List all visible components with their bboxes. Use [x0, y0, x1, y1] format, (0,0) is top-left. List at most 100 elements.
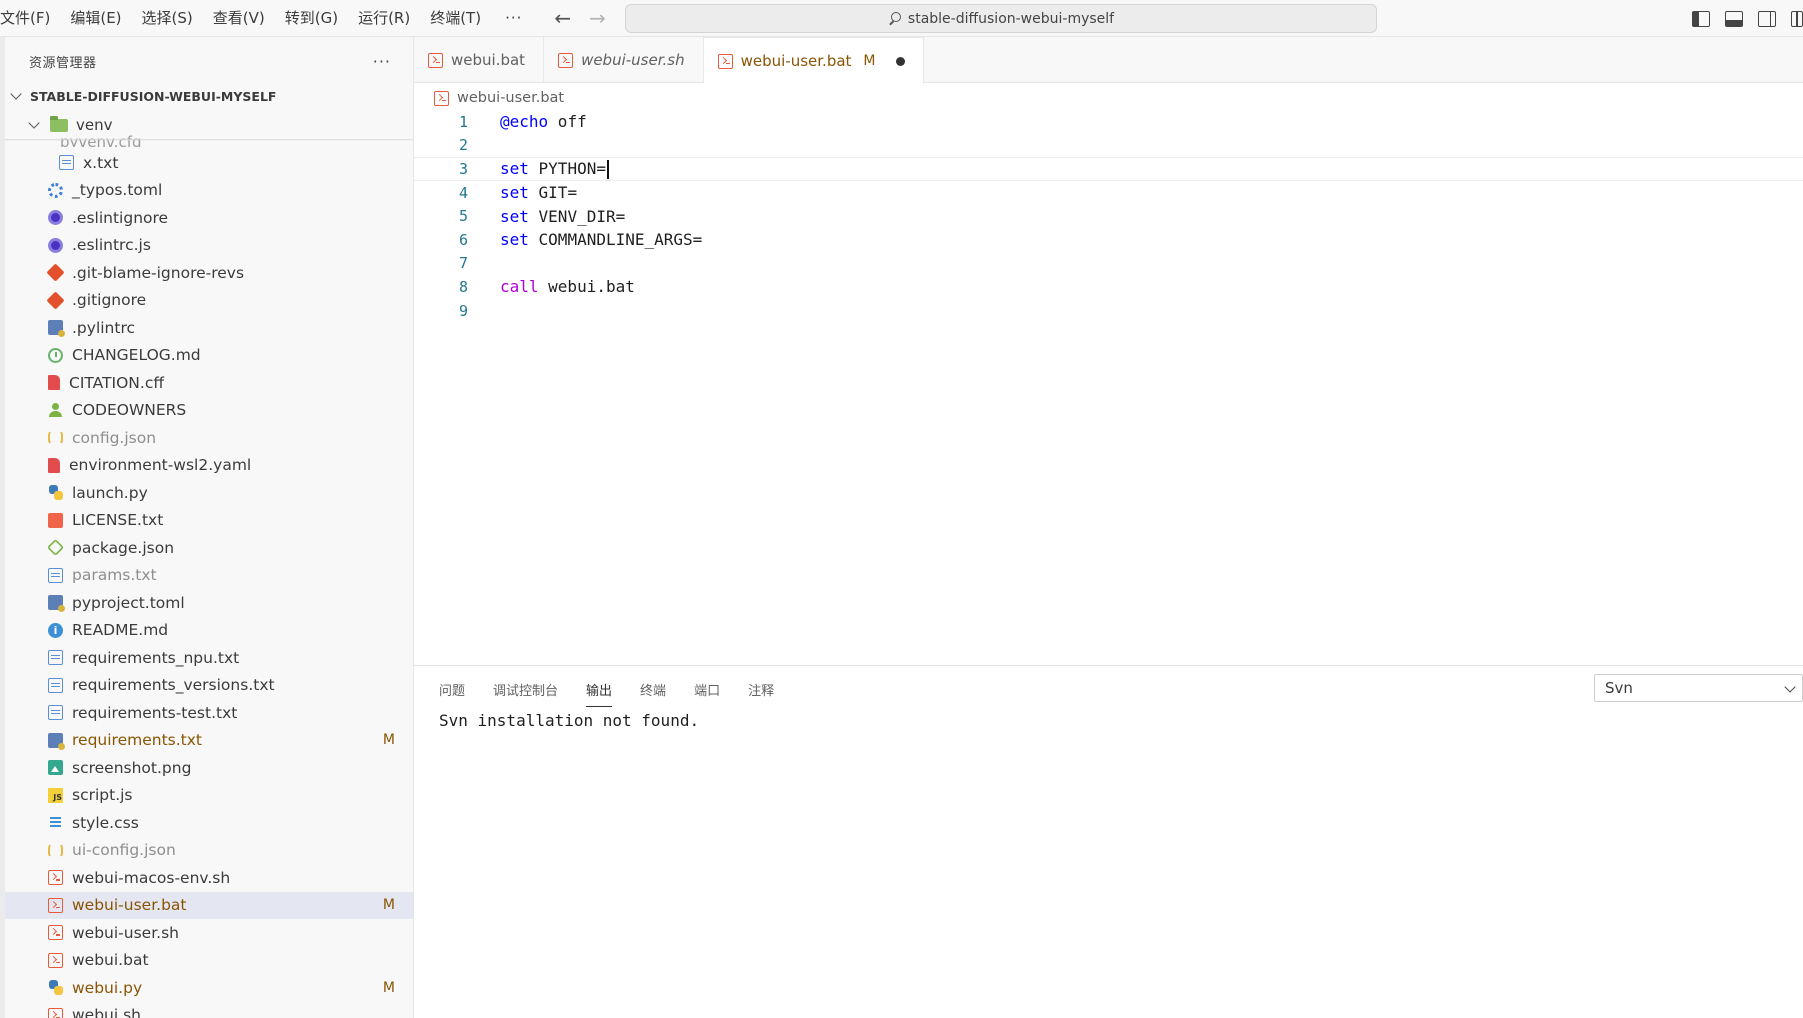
workspace-root-folder[interactable]: STABLE-DIFFUSION-WEBUI-MYSELF	[8, 85, 276, 107]
code-token: GIT=	[528, 183, 578, 203]
menu-view[interactable]: 查看(V)	[203, 0, 275, 37]
file-item[interactable]: screenshot.png	[5, 754, 413, 782]
code-editor[interactable]: 1 @echo off 2 3 set PYTHON= 4 set GIT= 5 set VEN…	[414, 110, 1803, 665]
code-line[interactable]: 8 call webui.bat	[414, 275, 1803, 299]
toggle-panel-icon[interactable]	[1725, 10, 1743, 27]
file-name: webui-macos-env.sh	[72, 868, 231, 887]
file-item[interactable]: webui.bat	[5, 947, 413, 975]
panel-tab[interactable]: 注释	[748, 679, 774, 705]
menu-run[interactable]: 运行(R)	[348, 0, 420, 37]
file-item[interactable]: webui-macos-env.sh	[5, 864, 413, 892]
folder-venv[interactable]: venv	[26, 113, 113, 137]
file-item[interactable]: .pylintrc	[5, 314, 413, 342]
explorer-header: 资源管理器 ···	[29, 37, 413, 85]
code-line[interactable]: 1 @echo off	[414, 110, 1803, 134]
panel-tabs: 问题 调试控制台 输出 终端 端口 注释	[439, 679, 774, 707]
file-item[interactable]: webui-user.bat M	[5, 891, 413, 919]
panel-tab[interactable]: 终端	[640, 679, 666, 705]
json-icon	[48, 842, 63, 858]
code-line[interactable]: 6 set COMMANDLINE_ARGS=	[414, 228, 1803, 252]
file-item[interactable]: requirements-test.txt	[5, 699, 413, 727]
file-item[interactable]: package.json	[5, 534, 413, 562]
file-name: requirements.txt	[72, 731, 202, 750]
menu-file[interactable]: 文件(F)	[0, 0, 60, 37]
menu-more-icon[interactable]: ···	[491, 9, 536, 27]
pylint-icon	[48, 320, 65, 338]
code-token: VENV_DIR=	[528, 206, 626, 226]
explorer-more-icon[interactable]: ···	[373, 52, 391, 71]
file-item[interactable]: LICENSE.txt	[5, 507, 413, 535]
menu-selection[interactable]: 选择(S)	[132, 0, 203, 37]
output-channel-value: Svn	[1605, 679, 1633, 697]
file-item[interactable]: .eslintignore	[5, 204, 413, 232]
output-channel-select[interactable]: Svn	[1594, 674, 1803, 702]
file-item[interactable]: config.json	[5, 424, 413, 452]
python-icon	[48, 485, 63, 501]
file-item[interactable]: webui-user.sh	[5, 919, 413, 947]
file-item[interactable]: launch.py	[5, 479, 413, 507]
menu-terminal[interactable]: 终端(T)	[420, 0, 491, 37]
file-item[interactable]: .eslintrc.js	[5, 232, 413, 260]
file-item[interactable]: pyproject.toml	[5, 589, 413, 617]
code-line[interactable]: 2	[414, 134, 1803, 158]
arrow-back-icon[interactable]: ←	[554, 8, 571, 28]
keyword-token: set	[500, 183, 529, 203]
file-item[interactable]: environment-wsl2.yaml	[5, 452, 413, 480]
editor-tab[interactable]: webui.bat	[414, 37, 545, 83]
command-center-search[interactable]: stable-diffusion-webui-myself	[625, 4, 1377, 33]
breadcrumb-file[interactable]: webui-user.bat	[457, 90, 564, 106]
breadcrumb[interactable]: webui-user.bat	[434, 87, 564, 109]
tab-label: webui-user.sh	[581, 51, 685, 69]
panel-tab[interactable]: 端口	[694, 679, 720, 705]
panel-tab[interactable]: 输出	[586, 679, 613, 707]
file-item[interactable]: CODEOWNERS	[5, 397, 413, 425]
file-item[interactable]: style.css	[5, 809, 413, 837]
shell-icon	[48, 897, 63, 913]
file-item[interactable]: _typos.toml	[5, 177, 413, 205]
file-item[interactable]: .git-blame-ignore-revs	[5, 259, 413, 287]
code-line[interactable]: 4 set GIT=	[414, 181, 1803, 205]
editor-tab[interactable]: webui-user.bat M	[703, 37, 924, 84]
customize-layout-icon[interactable]	[1791, 10, 1803, 27]
code-line[interactable]: 3 set PYTHON=	[414, 157, 1803, 181]
panel-tab[interactable]: 问题	[439, 679, 465, 705]
file-name: script.js	[72, 786, 133, 805]
line-content: set COMMANDLINE_ARGS=	[500, 230, 702, 249]
tab-label: webui-user.bat	[740, 52, 852, 70]
code-line[interactable]: 7	[414, 252, 1803, 276]
file-item[interactable]: webui.sh	[5, 1002, 413, 1018]
file-item[interactable]: JS script.js	[5, 782, 413, 810]
folder-venv-label: venv	[76, 116, 113, 134]
menu-go[interactable]: 转到(G)	[275, 0, 348, 37]
file-item[interactable]: CHANGELOG.md	[5, 342, 413, 370]
file-name: webui.bat	[72, 951, 149, 970]
file-item[interactable]: i README.md	[5, 617, 413, 645]
unsaved-dot-icon[interactable]	[895, 56, 905, 66]
file-name: environment-wsl2.yaml	[69, 456, 252, 475]
panel-tab[interactable]: 调试控制台	[493, 679, 558, 705]
editor-tab[interactable]: webui-user.sh	[544, 37, 704, 83]
file-name: README.md	[72, 621, 169, 640]
code-token: webui.bat	[538, 277, 635, 297]
file-item[interactable]: ui-config.json	[5, 837, 413, 865]
arrow-forward-icon[interactable]: →	[589, 8, 606, 28]
file-item[interactable]: webui.py M	[5, 974, 413, 1002]
owners-icon	[48, 402, 63, 418]
file-item[interactable]: x.txt	[5, 149, 413, 177]
code-line[interactable]: 5 set VENV_DIR=	[414, 204, 1803, 228]
file-item[interactable]: .gitignore	[5, 287, 413, 315]
file-item[interactable]: requirements_npu.txt	[5, 644, 413, 672]
keyword-token: set	[500, 230, 529, 250]
toggle-primary-sidebar-icon[interactable]	[1692, 10, 1710, 27]
file-item[interactable]: CITATION.cff	[5, 369, 413, 397]
gear-icon	[48, 182, 63, 198]
line-number: 3	[458, 159, 468, 178]
toggle-secondary-sidebar-icon[interactable]	[1758, 10, 1776, 27]
code-line[interactable]: 9	[414, 299, 1803, 323]
menu-edit[interactable]: 编辑(E)	[60, 0, 131, 37]
file-item[interactable]: params.txt	[5, 562, 413, 590]
eslint-icon	[48, 237, 63, 253]
chevron-down-icon	[10, 88, 22, 100]
file-item[interactable]: requirements.txt M	[5, 727, 413, 755]
file-item[interactable]: requirements_versions.txt	[5, 672, 413, 700]
